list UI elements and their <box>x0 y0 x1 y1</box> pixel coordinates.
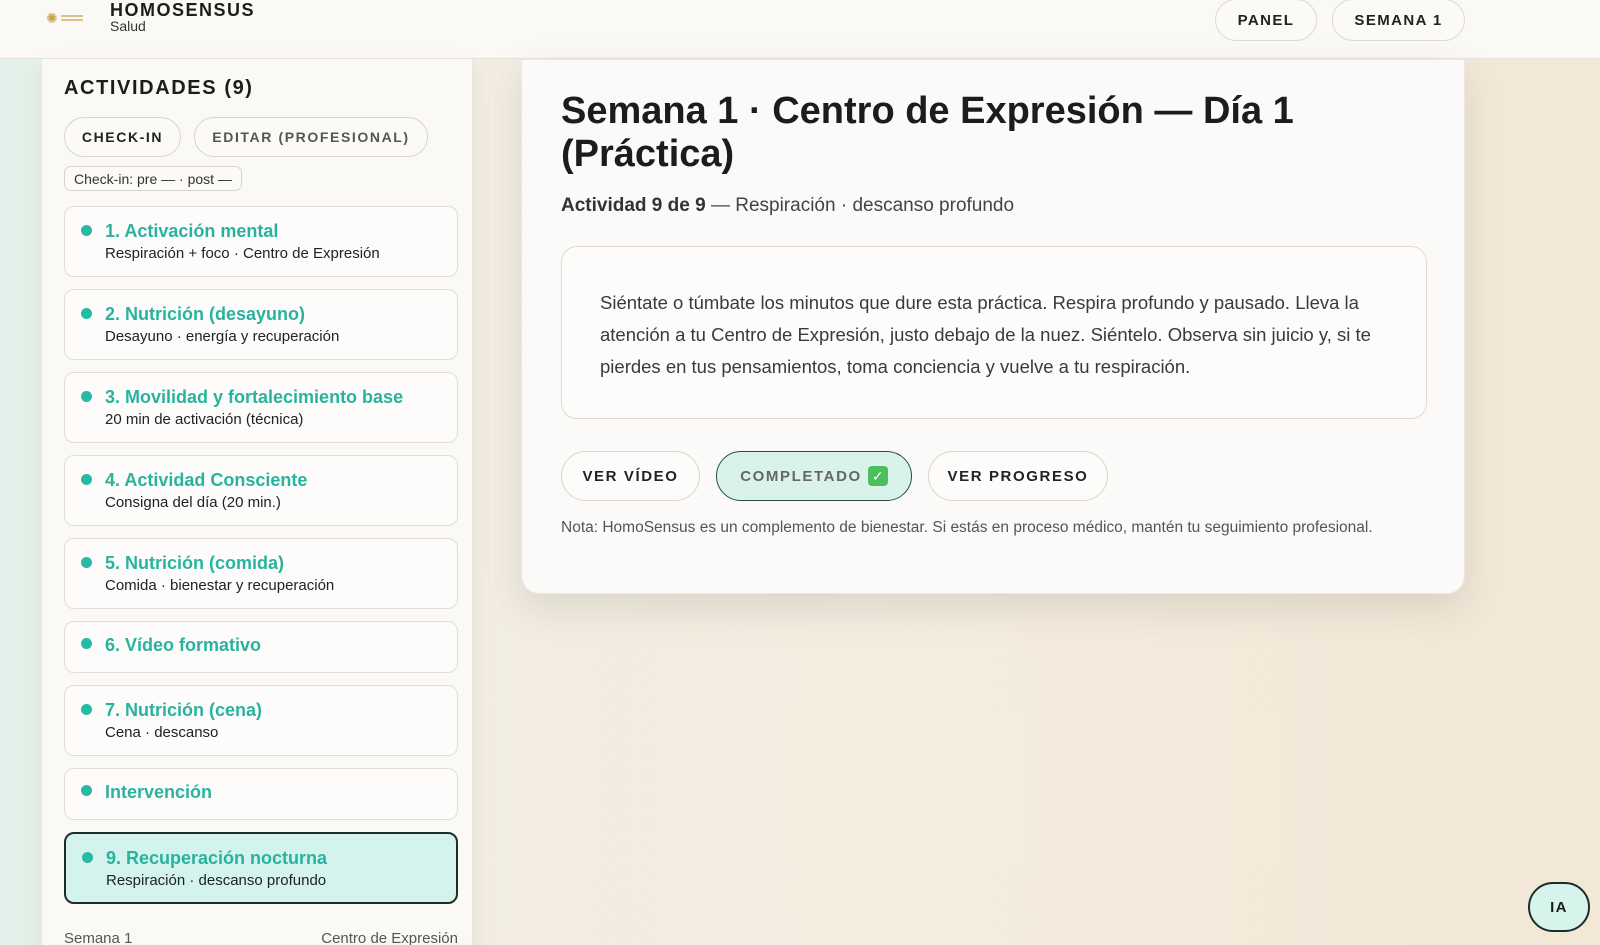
activity-title: 3. Movilidad y fortalecimiento base <box>105 387 404 407</box>
completed-button[interactable]: COMPLETADO ✓ <box>716 451 912 501</box>
nav-panel-button[interactable]: PANEL <box>1215 0 1317 41</box>
check-mark-icon: ✓ <box>867 466 888 486</box>
completed-label: COMPLETADO <box>740 467 862 485</box>
activity-subtitle: 20 min de activación (técnica) <box>105 411 304 428</box>
brand-subtitle: Salud <box>110 18 146 34</box>
activity-subtitle: Comida · bienestar y recuperación <box>105 577 335 594</box>
activity-counter: Actividad 9 de 9 <box>561 195 706 216</box>
activity-item-2[interactable]: 2. Nutrición (desayuno) Desayuno · energ… <box>64 289 458 360</box>
activity-item-8[interactable]: Intervención <box>64 768 458 820</box>
status-dot-icon <box>81 391 92 402</box>
activity-subtitle: Respiración + foco · Centro de Expresión <box>105 245 380 262</box>
checkin-button[interactable]: CHECK-IN <box>64 117 181 157</box>
view-progress-button[interactable]: VER PROGRESO <box>928 451 1108 501</box>
activities-title: ACTIVIDADES (9) <box>64 77 254 99</box>
activity-title: 9. Recuperación nocturna <box>106 848 328 868</box>
status-dot-icon <box>81 704 92 715</box>
instructions-box: Siéntate o túmbate los minutos que dure … <box>561 246 1427 419</box>
activity-item-7[interactable]: 7. Nutrición (cena) Cena · descanso <box>64 685 458 756</box>
page-title: Semana 1 · Centro de Expresión — Día 1 (… <box>561 90 1294 175</box>
activity-item-1[interactable]: 1. Activación mental Respiración + foco … <box>64 206 458 277</box>
activity-title: Intervención <box>105 782 213 802</box>
activities-sidebar: ACTIVIDADES (9) CHECK-IN EDITAR (PROFESI… <box>41 59 473 945</box>
status-dot-icon <box>81 225 92 236</box>
activity-title: 5. Nutrición (comida) <box>105 553 285 573</box>
top-bar: ✺ HOMOSENSUS Salud PANEL SEMANA 1 <box>0 0 1600 59</box>
activity-title: 4. Actividad Consciente <box>105 470 308 490</box>
activity-item-6[interactable]: 6. Vídeo formativo <box>64 621 458 673</box>
status-dot-icon <box>82 852 93 863</box>
footer-week-label: Semana 1 <box>64 930 133 945</box>
activity-description: — Respiración · descanso profundo <box>705 195 1015 216</box>
activity-title: 6. Vídeo formativo <box>105 635 262 655</box>
sun-icon: ✺ <box>46 10 58 26</box>
edit-professional-button[interactable]: EDITAR (PROFESIONAL) <box>194 117 428 157</box>
instructions-text: Siéntate o túmbate los minutos que dure … <box>600 292 1371 377</box>
activity-title: 1. Activación mental <box>105 221 279 241</box>
activity-subtitle: Cena · descanso <box>105 724 219 741</box>
disclaimer-note: Nota: HomoSensus es un complemento de bi… <box>561 519 1373 536</box>
activity-subtitle: Desayuno · energía y recuperación <box>105 328 340 345</box>
activity-title: 7. Nutrición (cena) <box>105 700 263 720</box>
activity-item-5[interactable]: 5. Nutrición (comida) Comida · bienestar… <box>64 538 458 609</box>
activity-subtitle: Consigna del día (20 min.) <box>105 494 281 511</box>
status-dot-icon <box>81 557 92 568</box>
brand-logo-icon[interactable]: ✺ <box>46 9 88 27</box>
ia-assistant-button[interactable]: IA <box>1528 882 1590 932</box>
status-dot-icon <box>81 638 92 649</box>
status-dot-icon <box>81 785 92 796</box>
checkin-status-badge: Check-in: pre — · post — <box>64 166 242 191</box>
activity-item-3[interactable]: 3. Movilidad y fortalecimiento base 20 m… <box>64 372 458 443</box>
activity-title: 2. Nutrición (desayuno) <box>105 304 306 324</box>
activity-item-9[interactable]: 9. Recuperación nocturna Respiración · d… <box>64 832 458 904</box>
activity-subtitle: Respiración · descanso profundo <box>106 872 327 889</box>
activity-detail-card: Semana 1 · Centro de Expresión — Día 1 (… <box>521 59 1465 594</box>
activity-item-4[interactable]: 4. Actividad Consciente Consigna del día… <box>64 455 458 526</box>
watch-video-button[interactable]: VER VÍDEO <box>561 451 700 501</box>
footer-center-label: Centro de Expresión <box>321 930 458 945</box>
status-dot-icon <box>81 474 92 485</box>
status-dot-icon <box>81 308 92 319</box>
nav-semana-button[interactable]: SEMANA 1 <box>1332 0 1465 41</box>
activity-position-label: Actividad 9 de 9 — Respiración · descans… <box>561 195 1014 217</box>
